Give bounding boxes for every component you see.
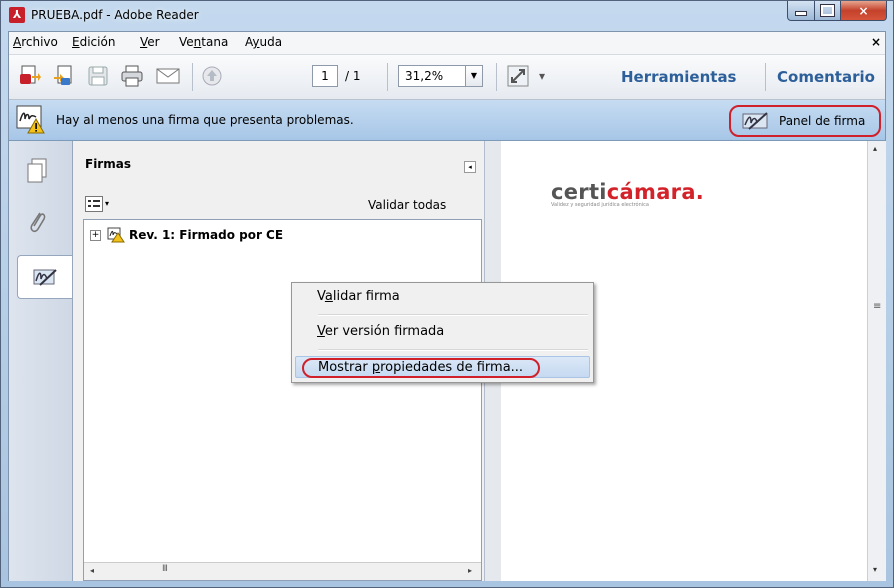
email-icon[interactable] (155, 63, 181, 89)
close-icon: × (858, 3, 869, 18)
certicamara-logo: certicámara. Validez y seguridad jurídic… (551, 180, 704, 208)
toolbar-separator (496, 63, 497, 91)
window-title: PRUEBA.pdf - Adobe Reader (31, 8, 199, 22)
menu-ayuda[interactable]: Ayuda (245, 35, 282, 49)
scroll-down-icon[interactable]: ▾ (873, 565, 877, 574)
minimize-button[interactable] (787, 1, 815, 21)
app-window: ⅄ PRUEBA.pdf - Adobe Reader × Archivo Ed… (0, 0, 894, 588)
signature-icon (33, 269, 57, 286)
toolbar-separator (387, 63, 388, 91)
pdf-app-icon: ⅄ (9, 7, 25, 23)
toolbar: 1 / 1 31,2% ▼ ▾ Herramientas Comentario (9, 55, 885, 100)
vertical-scrollbar[interactable]: ▴ ≡ ▾ (867, 141, 886, 581)
signature-entry-label: Rev. 1: Firmado por CE (129, 228, 284, 242)
save-icon[interactable] (85, 63, 111, 89)
menu-item-ver-version-firmada[interactable]: Ver versión firmada (295, 321, 590, 343)
signature-warning-icon (107, 227, 125, 243)
document-close-icon[interactable]: × (871, 35, 881, 49)
menu-bar: Archivo Edición Ver Ventana Ayuda × (9, 32, 885, 55)
menu-item-validar-firma[interactable]: Validar firma (295, 286, 590, 308)
close-button[interactable]: × (841, 1, 887, 21)
create-pdf-icon[interactable] (17, 63, 43, 89)
minimize-icon (795, 11, 807, 16)
window-controls: × (787, 1, 887, 23)
notification-message: Hay al menos una firma que presenta prob… (56, 113, 354, 127)
menu-ventana[interactable]: Ventana (179, 35, 228, 49)
signature-context-menu: Validar firma Ver versión firmada Mostra… (291, 282, 594, 383)
zoom-input[interactable]: 31,2% (398, 65, 466, 87)
signatures-toolbar: ▾ Validar todas (85, 194, 484, 218)
maximize-button[interactable] (815, 1, 841, 21)
highlight-circle (302, 358, 540, 378)
signatures-list: + Rev. 1: Firmado por CE ◂ III ▸ (83, 219, 482, 581)
export-pdf-icon[interactable] (51, 63, 77, 89)
scroll-right-icon[interactable]: ▸ (468, 566, 472, 575)
previous-page-icon[interactable] (199, 63, 225, 89)
scroll-left-icon[interactable]: ◂ (90, 566, 94, 575)
toolbar-separator (192, 63, 193, 91)
signatures-panel-header: Firmas ◂ (73, 141, 484, 185)
print-icon[interactable] (119, 63, 145, 89)
page-total: / 1 (345, 69, 361, 83)
page-thumbnails-button[interactable] (17, 149, 57, 193)
chevron-left-icon: ◂ (468, 163, 472, 171)
herramientas-button[interactable]: Herramientas (621, 68, 737, 86)
validar-todas-button[interactable]: Validar todas (368, 198, 446, 212)
menu-edicion[interactable]: Edición (72, 35, 115, 49)
scroll-up-icon[interactable]: ▴ (873, 144, 877, 153)
horizontal-scrollbar[interactable]: ◂ III ▸ (84, 562, 481, 580)
panel-de-firma-label: Panel de firma (779, 114, 866, 128)
toolbar-separator (765, 63, 766, 91)
options-menu-button[interactable] (85, 196, 103, 212)
title-bar[interactable]: ⅄ PRUEBA.pdf - Adobe Reader × (1, 1, 893, 31)
list-options-icon (88, 200, 100, 207)
navigation-pane (9, 141, 73, 581)
signature-entry[interactable]: + Rev. 1: Firmado por CE (90, 226, 283, 244)
pages-icon (27, 158, 47, 183)
menu-archivo[interactable]: Archivo (13, 35, 58, 49)
comentario-button[interactable]: Comentario (777, 68, 875, 86)
signature-notification-bar: Hay al menos una firma que presenta prob… (9, 100, 885, 141)
fit-page-icon[interactable] (505, 63, 531, 89)
options-chevron-down-icon[interactable]: ▾ (105, 199, 109, 208)
menu-item-mostrar-propiedades[interactable]: Mostrar propiedades de firma... (295, 356, 590, 378)
menu-separator (318, 349, 588, 351)
paperclip-icon (30, 212, 46, 233)
panel-de-firma-button[interactable]: Panel de firma (729, 105, 881, 137)
signatures-tab-button[interactable] (17, 255, 72, 299)
toolbar-more-icon[interactable]: ▾ (539, 69, 545, 83)
signature-warning-icon (16, 105, 48, 135)
signatures-panel-title: Firmas (85, 157, 131, 171)
attachments-button[interactable] (17, 201, 57, 245)
signature-panel-icon (742, 112, 768, 130)
chevron-down-icon: ▼ (470, 71, 478, 80)
menu-ver[interactable]: Ver (140, 35, 160, 49)
logo-accent: cámara. (606, 180, 705, 204)
logo-prefix: certi (551, 180, 607, 204)
scroll-thumb-grip[interactable]: III (162, 564, 168, 574)
collapse-panel-button[interactable]: ◂ (464, 161, 476, 173)
zoom-dropdown-button[interactable]: ▼ (465, 65, 483, 87)
expand-icon[interactable]: + (90, 229, 101, 241)
scroll-thumb-grip[interactable]: ≡ (873, 301, 881, 312)
maximize-icon (820, 4, 835, 17)
page-number-input[interactable]: 1 (312, 65, 338, 87)
menu-separator (318, 314, 588, 316)
